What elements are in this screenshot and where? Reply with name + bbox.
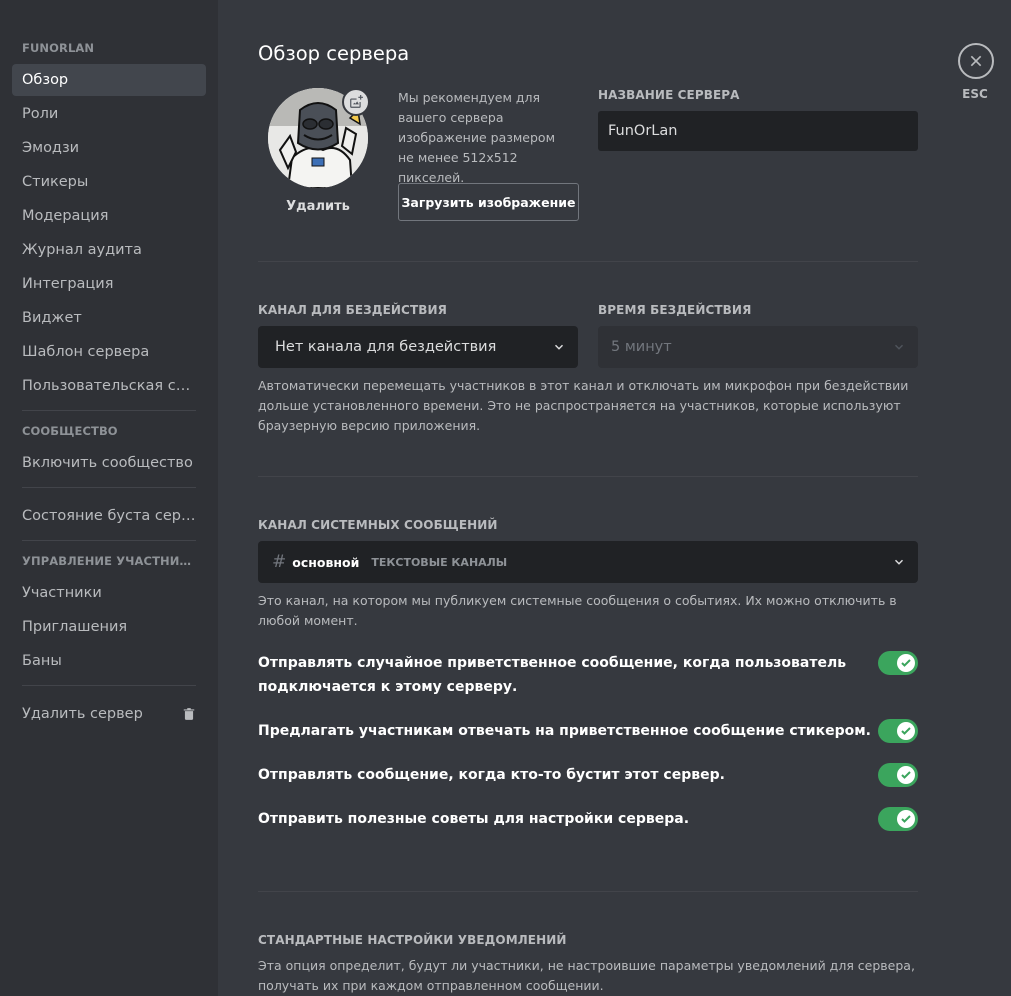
server-name-label: НАЗВАНИЕ СЕРВЕРА	[598, 88, 740, 102]
sidebar-divider	[22, 540, 196, 541]
afk-help-text: Автоматически перемещать участников в эт…	[258, 378, 909, 433]
sidebar-members-header: УПРАВЛЕНИЕ УЧАСТНИКА...	[22, 554, 206, 568]
toggle-label: Отправить полезные советы для настройки …	[258, 811, 690, 827]
afk-timeout-select: 5 минут	[598, 326, 918, 368]
server-icon-uploader[interactable]	[268, 88, 370, 188]
sidebar-item-bans[interactable]: Баны	[12, 645, 206, 677]
sidebar-divider	[22, 410, 196, 411]
sidebar-item-server-template[interactable]: Шаблон сервера	[12, 336, 206, 368]
sidebar-item-delete-server[interactable]: Удалить сервер	[12, 698, 206, 730]
esc-label: ESC	[962, 87, 988, 101]
toggle-row-setup-tips: Отправить полезные советы для настройки …	[258, 807, 918, 831]
section-divider	[258, 476, 918, 477]
add-image-icon	[350, 95, 363, 108]
sidebar-item-vanity-url[interactable]: Пользовательская ссы...	[12, 370, 206, 402]
system-help-text: Это канал, на котором мы публикуем систе…	[258, 593, 897, 628]
afk-channel-select[interactable]: Нет канала для бездействия	[258, 326, 578, 368]
sidebar-item-members[interactable]: Участники	[12, 577, 206, 609]
close-icon	[970, 55, 982, 67]
afk-channel-label: КАНАЛ ДЛЯ БЕЗДЕЙСТВИЯ	[258, 303, 447, 317]
remove-icon-link[interactable]: Удалить	[258, 199, 378, 214]
checkmark-icon	[901, 771, 911, 779]
checkmark-icon	[901, 815, 911, 823]
sidebar-item-overview[interactable]: Обзор	[12, 64, 206, 96]
afk-channel-value: Нет канала для бездействия	[275, 339, 497, 355]
checkmark-icon	[901, 659, 911, 667]
toggle-row-welcome-message: Отправлять случайное приветственное сооб…	[258, 651, 918, 699]
setup-tips-toggle[interactable]	[878, 807, 918, 831]
sticker-reply-toggle[interactable]	[878, 719, 918, 743]
notification-settings-label: СТАНДАРТНЫЕ НАСТРОЙКИ УВЕДОМЛЕНИЙ	[258, 933, 567, 947]
afk-timeout-label: ВРЕМЯ БЕЗДЕЙСТВИЯ	[598, 303, 752, 317]
trash-icon	[183, 708, 195, 720]
sidebar-item-widget[interactable]: Виджет	[12, 302, 206, 334]
system-channel-select[interactable]: # основной ТЕКСТОВЫЕ КАНАЛЫ	[258, 541, 918, 583]
system-channel-option: # основной ТЕКСТОВЫЕ КАНАЛЫ	[272, 552, 507, 572]
close-button[interactable]	[958, 43, 994, 79]
toggle-label: Отправлять случайное приветственное сооб…	[258, 655, 847, 695]
sidebar-item-integrations[interactable]: Интеграция	[12, 268, 206, 300]
page-title: Обзор сервера	[258, 42, 410, 65]
boost-message-toggle[interactable]	[878, 763, 918, 787]
chevron-down-icon	[554, 344, 564, 350]
toggle-knob	[897, 766, 915, 784]
system-channel-name: основной	[292, 554, 360, 570]
toggle-row-sticker-reply: Предлагать участникам отвечать на привет…	[258, 719, 918, 743]
sidebar-divider	[22, 685, 196, 686]
checkmark-icon	[901, 727, 911, 735]
sidebar-item-audit-log[interactable]: Журнал аудита	[12, 234, 206, 266]
sidebar-item-emoji[interactable]: Эмодзи	[12, 132, 206, 164]
section-divider	[258, 261, 918, 262]
system-channel-category: ТЕКСТОВЫЕ КАНАЛЫ	[371, 555, 508, 569]
system-channel-label: КАНАЛ СИСТЕМНЫХ СООБЩЕНИЙ	[258, 518, 498, 532]
chevron-down-icon	[894, 344, 904, 350]
toggle-knob	[897, 722, 915, 740]
add-image-button[interactable]	[342, 88, 370, 116]
afk-timeout-value: 5 минут	[611, 339, 672, 355]
sidebar-item-moderation[interactable]: Модерация	[12, 200, 206, 232]
sidebar-item-boost-status[interactable]: Состояние буста сервера	[12, 500, 206, 532]
sidebar-item-stickers[interactable]: Стикеры	[12, 166, 206, 198]
sidebar-divider	[22, 487, 196, 488]
welcome-message-toggle[interactable]	[878, 651, 918, 675]
settings-sidebar: FUNORLAN Обзор Роли Эмодзи Стикеры Модер…	[0, 0, 218, 996]
icon-recommendation-text: Мы рекомендуем для вашего сервера изобра…	[398, 90, 556, 185]
toggle-label: Предлагать участникам отвечать на привет…	[258, 723, 871, 739]
sidebar-item-enable-community[interactable]: Включить сообщество	[12, 447, 206, 479]
toggle-knob	[897, 654, 915, 672]
chevron-down-icon	[894, 559, 904, 565]
toggle-knob	[897, 810, 915, 828]
text-channel-icon: #	[272, 552, 287, 572]
toggle-label: Отправлять сообщение, когда кто-то бусти…	[258, 767, 725, 783]
sidebar-server-header: FUNORLAN	[22, 41, 95, 55]
sidebar-community-header: СООБЩЕСТВО	[22, 424, 118, 438]
toggle-row-boost-message: Отправлять сообщение, когда кто-то бусти…	[258, 763, 918, 787]
server-name-input[interactable]	[598, 111, 918, 151]
sidebar-item-invites[interactable]: Приглашения	[12, 611, 206, 643]
sidebar-item-label: Удалить сервер	[22, 706, 143, 722]
close-settings: ESC	[958, 43, 994, 101]
notification-help-text: Эта опция определит, будут ли участники,…	[258, 958, 915, 993]
sidebar-item-roles[interactable]: Роли	[12, 98, 206, 130]
upload-image-button[interactable]: Загрузить изображение	[398, 183, 579, 221]
section-divider	[258, 891, 918, 892]
